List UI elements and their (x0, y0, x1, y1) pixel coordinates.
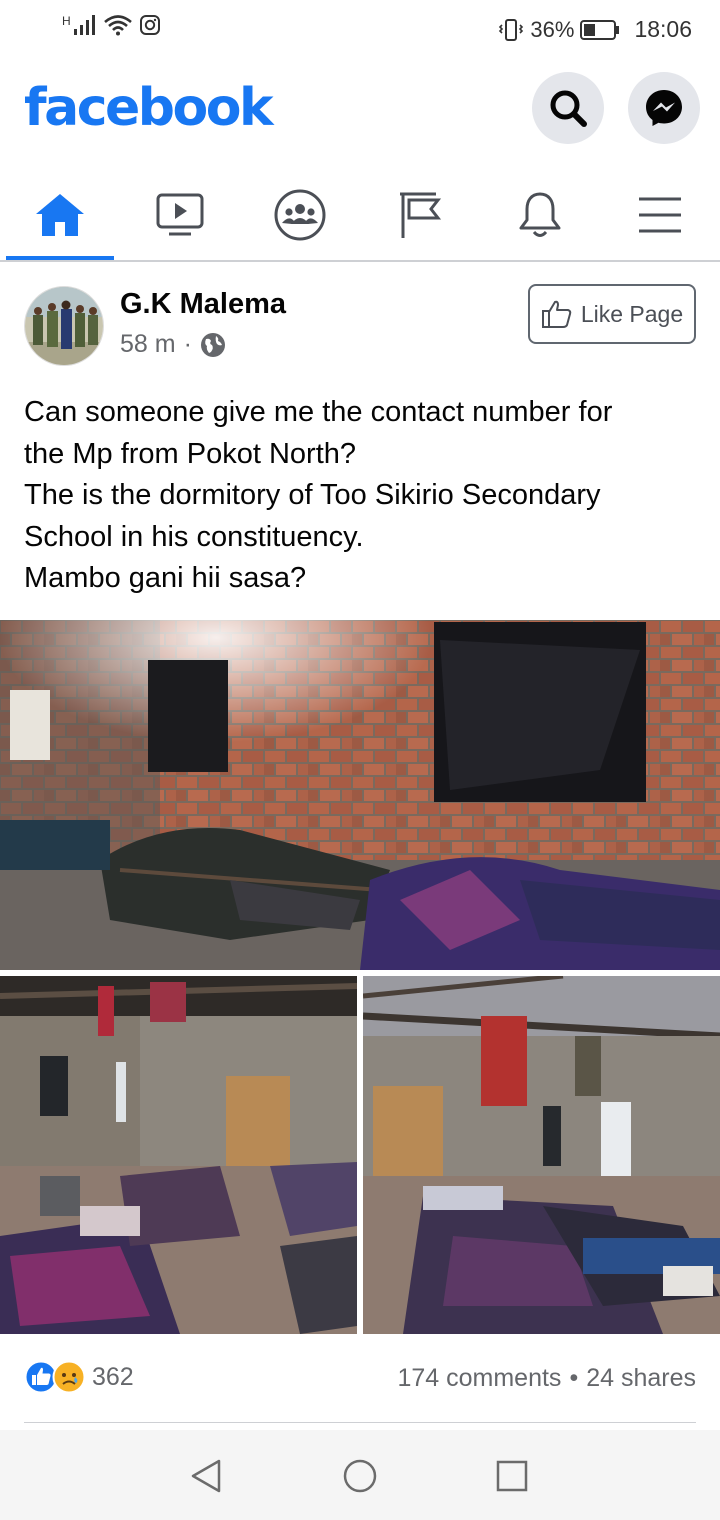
menu-icon (639, 197, 681, 233)
tab-notifications[interactable] (486, 170, 594, 260)
shares-count[interactable]: 24 shares (586, 1364, 696, 1393)
post-meta: 58 m · (120, 330, 226, 359)
dormitory-photo (0, 620, 720, 970)
avatar-photo (25, 287, 103, 365)
tab-home[interactable] (6, 170, 114, 260)
reactions-summary[interactable]: 362 (24, 1360, 134, 1394)
battery-percent: 36% (530, 16, 575, 42)
stats-separator: • (569, 1364, 579, 1392)
post-header: G.K Malema 58 m · Like Page (0, 266, 720, 378)
search-icon (550, 90, 587, 127)
back-triangle-icon (191, 1459, 221, 1493)
battery-icon (580, 19, 620, 40)
post-author[interactable]: G.K Malema (120, 288, 286, 321)
signal-icon (73, 15, 95, 35)
tab-pages[interactable] (366, 170, 474, 260)
sad-reaction-icon (52, 1360, 86, 1394)
post-text-line: the Mp from Pokot North? (24, 437, 357, 470)
reaction-count: 362 (92, 1362, 134, 1391)
system-navigation-bar (0, 1430, 720, 1520)
recents-button[interactable] (492, 1456, 532, 1496)
post-photo-1[interactable] (0, 620, 720, 970)
thumbs-up-icon (541, 300, 572, 328)
flag-icon (400, 192, 442, 238)
bell-icon (519, 192, 561, 237)
post-photo-2[interactable] (0, 976, 357, 1334)
facebook-logo[interactable]: facebook (24, 78, 274, 138)
status-left: H (62, 14, 161, 36)
status-bar: H 36% 18:06 (0, 0, 720, 62)
post-text-line: Can someone give me the contact number f… (24, 396, 613, 428)
globe-icon (200, 332, 225, 357)
app-header: facebook (0, 70, 720, 160)
tab-groups[interactable] (246, 170, 354, 260)
network-type: H (62, 14, 71, 28)
dormitory-photo (0, 976, 357, 1334)
post-stats: 174 comments • 24 shares (397, 1364, 696, 1393)
post-text-line: Mambo gani hii sasa? (24, 562, 307, 594)
comments-count[interactable]: 174 comments (397, 1364, 561, 1393)
like-page-button[interactable]: Like Page (528, 284, 696, 344)
post-time[interactable]: 58 m (120, 330, 176, 359)
search-button[interactable] (532, 72, 604, 144)
post-text-line: The is the dormitory of Too Sikirio Seco… (24, 479, 601, 511)
home-icon (36, 194, 84, 236)
post-body: Can someone give me the contact number f… (24, 392, 700, 600)
instagram-icon (139, 15, 160, 35)
wifi-icon (103, 15, 132, 36)
main-tabs (0, 170, 720, 262)
video-icon (156, 193, 204, 236)
status-right: 36% 18:06 (498, 16, 692, 43)
post-text-line: School in his constituency. (24, 520, 364, 553)
clock: 18:06 (634, 16, 692, 42)
meta-separator: · (183, 330, 192, 358)
back-button[interactable] (186, 1456, 226, 1496)
messenger-icon (646, 90, 682, 126)
post-divider (24, 1422, 696, 1423)
tab-watch[interactable] (126, 170, 234, 260)
vibrate-icon (499, 18, 524, 41)
active-tab-indicator (6, 256, 114, 260)
messenger-button[interactable] (628, 72, 700, 144)
home-circle-icon (343, 1459, 377, 1493)
like-page-label: Like Page (580, 300, 684, 327)
author-avatar[interactable] (24, 286, 104, 366)
post-photo-3[interactable] (363, 976, 720, 1334)
home-button[interactable] (340, 1456, 380, 1496)
tab-menu[interactable] (606, 170, 714, 260)
dormitory-photo (363, 976, 720, 1334)
recents-square-icon (496, 1460, 528, 1492)
groups-icon (274, 189, 326, 241)
